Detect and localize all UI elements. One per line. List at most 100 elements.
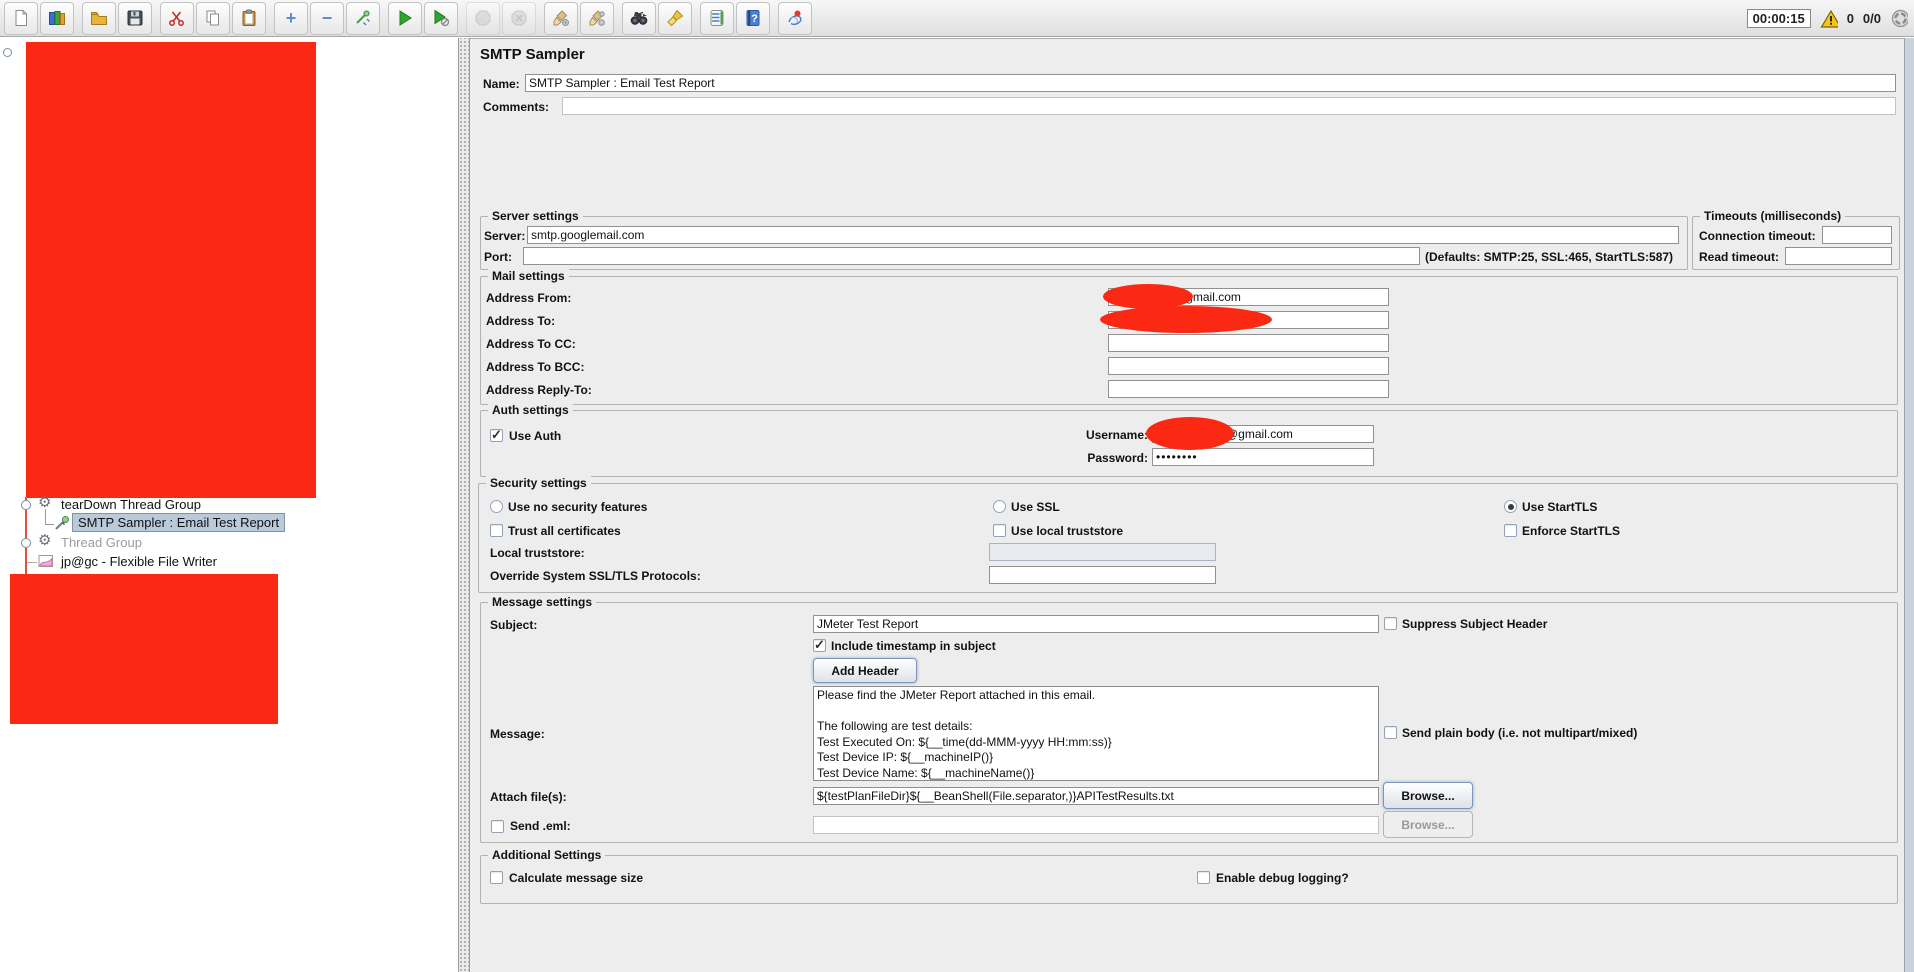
root-expand-handle[interactable] <box>3 48 12 57</box>
name-field[interactable] <box>525 74 1896 92</box>
suppress-subject-checkbox[interactable] <box>1384 617 1397 630</box>
toggle-button[interactable] <box>346 1 380 35</box>
expand-all-button[interactable]: + <box>274 1 308 35</box>
clear-button[interactable] <box>544 1 578 35</box>
no-security-label: Use no security features <box>508 500 648 514</box>
browse-attach-button[interactable]: Browse... <box>1383 782 1473 809</box>
override-protocols-label: Override System SSL/TLS Protocols: <box>490 569 701 583</box>
enable-debug-logging-label: Enable debug logging? <box>1216 871 1349 885</box>
comments-field[interactable] <box>562 97 1896 115</box>
smtp-sampler-panel: SMTP Sampler Name: Comments: Server sett… <box>470 38 1904 972</box>
open-folder-icon <box>90 9 108 27</box>
send-eml-label: Send .eml: <box>510 819 571 833</box>
search-button[interactable] <box>622 1 656 35</box>
plugins-manager-button[interactable] <box>778 1 812 35</box>
shutdown-button[interactable] <box>502 1 536 35</box>
shutdown-icon <box>510 9 528 27</box>
vertical-scrollbar[interactable] <box>1904 38 1914 972</box>
use-starttls-label: Use StartTLS <box>1522 500 1598 514</box>
name-label: Name: <box>483 77 520 91</box>
override-protocols-field[interactable] <box>989 566 1216 584</box>
tree-item-smtp-sampler[interactable]: SMTP Sampler : Email Test Report <box>72 513 286 532</box>
clear-all-button[interactable] <box>580 1 614 35</box>
port-field[interactable] <box>523 247 1420 265</box>
copy-button[interactable] <box>196 1 230 35</box>
redaction-block-top <box>26 42 316 498</box>
address-reply-field[interactable] <box>1108 380 1389 398</box>
subject-field[interactable] <box>813 615 1379 633</box>
warning-icon[interactable] <box>1820 9 1838 28</box>
password-field[interactable] <box>1152 448 1374 466</box>
teardown-expand-handle[interactable] <box>21 500 31 510</box>
include-timestamp-checkbox[interactable] <box>813 637 826 653</box>
tree-item-thread-group[interactable]: Thread Group <box>61 535 142 550</box>
use-auth-checkbox[interactable] <box>490 427 503 443</box>
function-helper-button[interactable] <box>700 1 734 35</box>
attach-files-field[interactable] <box>813 787 1379 805</box>
smtp-sampler-icon <box>54 515 70 531</box>
open-file-button[interactable] <box>82 1 116 35</box>
help-button[interactable]: ? <box>736 1 770 35</box>
security-settings-legend: Security settings <box>486 476 591 490</box>
split-pane-divider[interactable] <box>458 38 470 972</box>
paste-button[interactable] <box>232 1 266 35</box>
address-to-label: Address To: <box>486 314 556 328</box>
send-eml-checkbox[interactable] <box>491 820 504 833</box>
enforce-starttls-label: Enforce StartTLS <box>1522 524 1621 538</box>
scissors-icon <box>168 9 186 27</box>
redaction-oval-address-to <box>1100 306 1272 333</box>
address-cc-field[interactable] <box>1108 334 1389 352</box>
function-helper-icon <box>708 9 726 27</box>
address-reply-label: Address Reply-To: <box>486 383 592 397</box>
redaction-oval-username <box>1146 417 1234 450</box>
comments-label: Comments: <box>483 100 550 114</box>
server-field[interactable] <box>527 226 1679 244</box>
plugins-manager-icon <box>786 9 804 27</box>
brush-icon <box>666 9 684 27</box>
send-eml-field[interactable] <box>813 816 1379 834</box>
read-timeout-field[interactable] <box>1785 247 1892 265</box>
message-body-field[interactable] <box>813 686 1379 781</box>
calculate-message-size-checkbox[interactable] <box>490 871 503 884</box>
use-local-truststore-label: Use local truststore <box>1011 524 1124 538</box>
include-timestamp-label: Include timestamp in subject <box>831 639 996 653</box>
thread-group-icon: ⚙ <box>38 532 52 549</box>
search-reset-button[interactable] <box>658 1 692 35</box>
error-count: 0 <box>1846 11 1854 26</box>
use-auth-label: Use Auth <box>509 429 562 443</box>
trust-all-certificates-checkbox[interactable] <box>490 524 503 537</box>
tree-child-connector <box>27 562 37 563</box>
broom-gears-icon <box>588 9 606 27</box>
enable-debug-logging-checkbox[interactable] <box>1197 871 1210 884</box>
save-button[interactable] <box>118 1 152 35</box>
thread-group-expand-handle[interactable] <box>21 538 31 548</box>
threads-indicator-icon <box>1890 9 1908 28</box>
connection-timeout-field[interactable] <box>1822 226 1892 244</box>
use-local-truststore-checkbox[interactable] <box>993 524 1006 537</box>
tree-item-flexible-file-writer[interactable]: jp@gc - Flexible File Writer <box>61 554 217 569</box>
start-no-pauses-button[interactable] <box>424 1 458 35</box>
paste-icon <box>240 9 258 27</box>
local-truststore-label: Local truststore: <box>490 546 585 560</box>
no-security-radio[interactable] <box>490 500 503 513</box>
tree-item-teardown-thread-group[interactable]: tearDown Thread Group <box>61 497 201 512</box>
tree-child-connector <box>45 509 46 524</box>
minus-icon: − <box>321 7 333 28</box>
trust-all-certificates-label: Trust all certificates <box>508 524 621 538</box>
add-header-button[interactable]: Add Header <box>813 658 917 683</box>
save-icon <box>126 9 144 27</box>
use-starttls-radio[interactable] <box>1504 500 1517 513</box>
start-button[interactable] <box>388 1 422 35</box>
templates-button[interactable] <box>40 1 74 35</box>
toolbar-status-cluster: 00:00:15 0 0/0 <box>1746 0 1908 37</box>
attach-files-label: Attach file(s): <box>490 790 567 804</box>
enforce-starttls-checkbox[interactable] <box>1504 524 1517 537</box>
cut-button[interactable] <box>160 1 194 35</box>
address-bcc-field[interactable] <box>1108 357 1389 375</box>
new-file-button[interactable] <box>4 1 38 35</box>
use-ssl-radio[interactable] <box>993 500 1006 513</box>
collapse-all-button[interactable]: − <box>310 1 344 35</box>
send-plain-body-checkbox[interactable] <box>1384 726 1397 739</box>
stop-button[interactable] <box>466 1 500 35</box>
toolbar: + − ? 00:00:15 0 0/0 <box>0 0 1914 37</box>
